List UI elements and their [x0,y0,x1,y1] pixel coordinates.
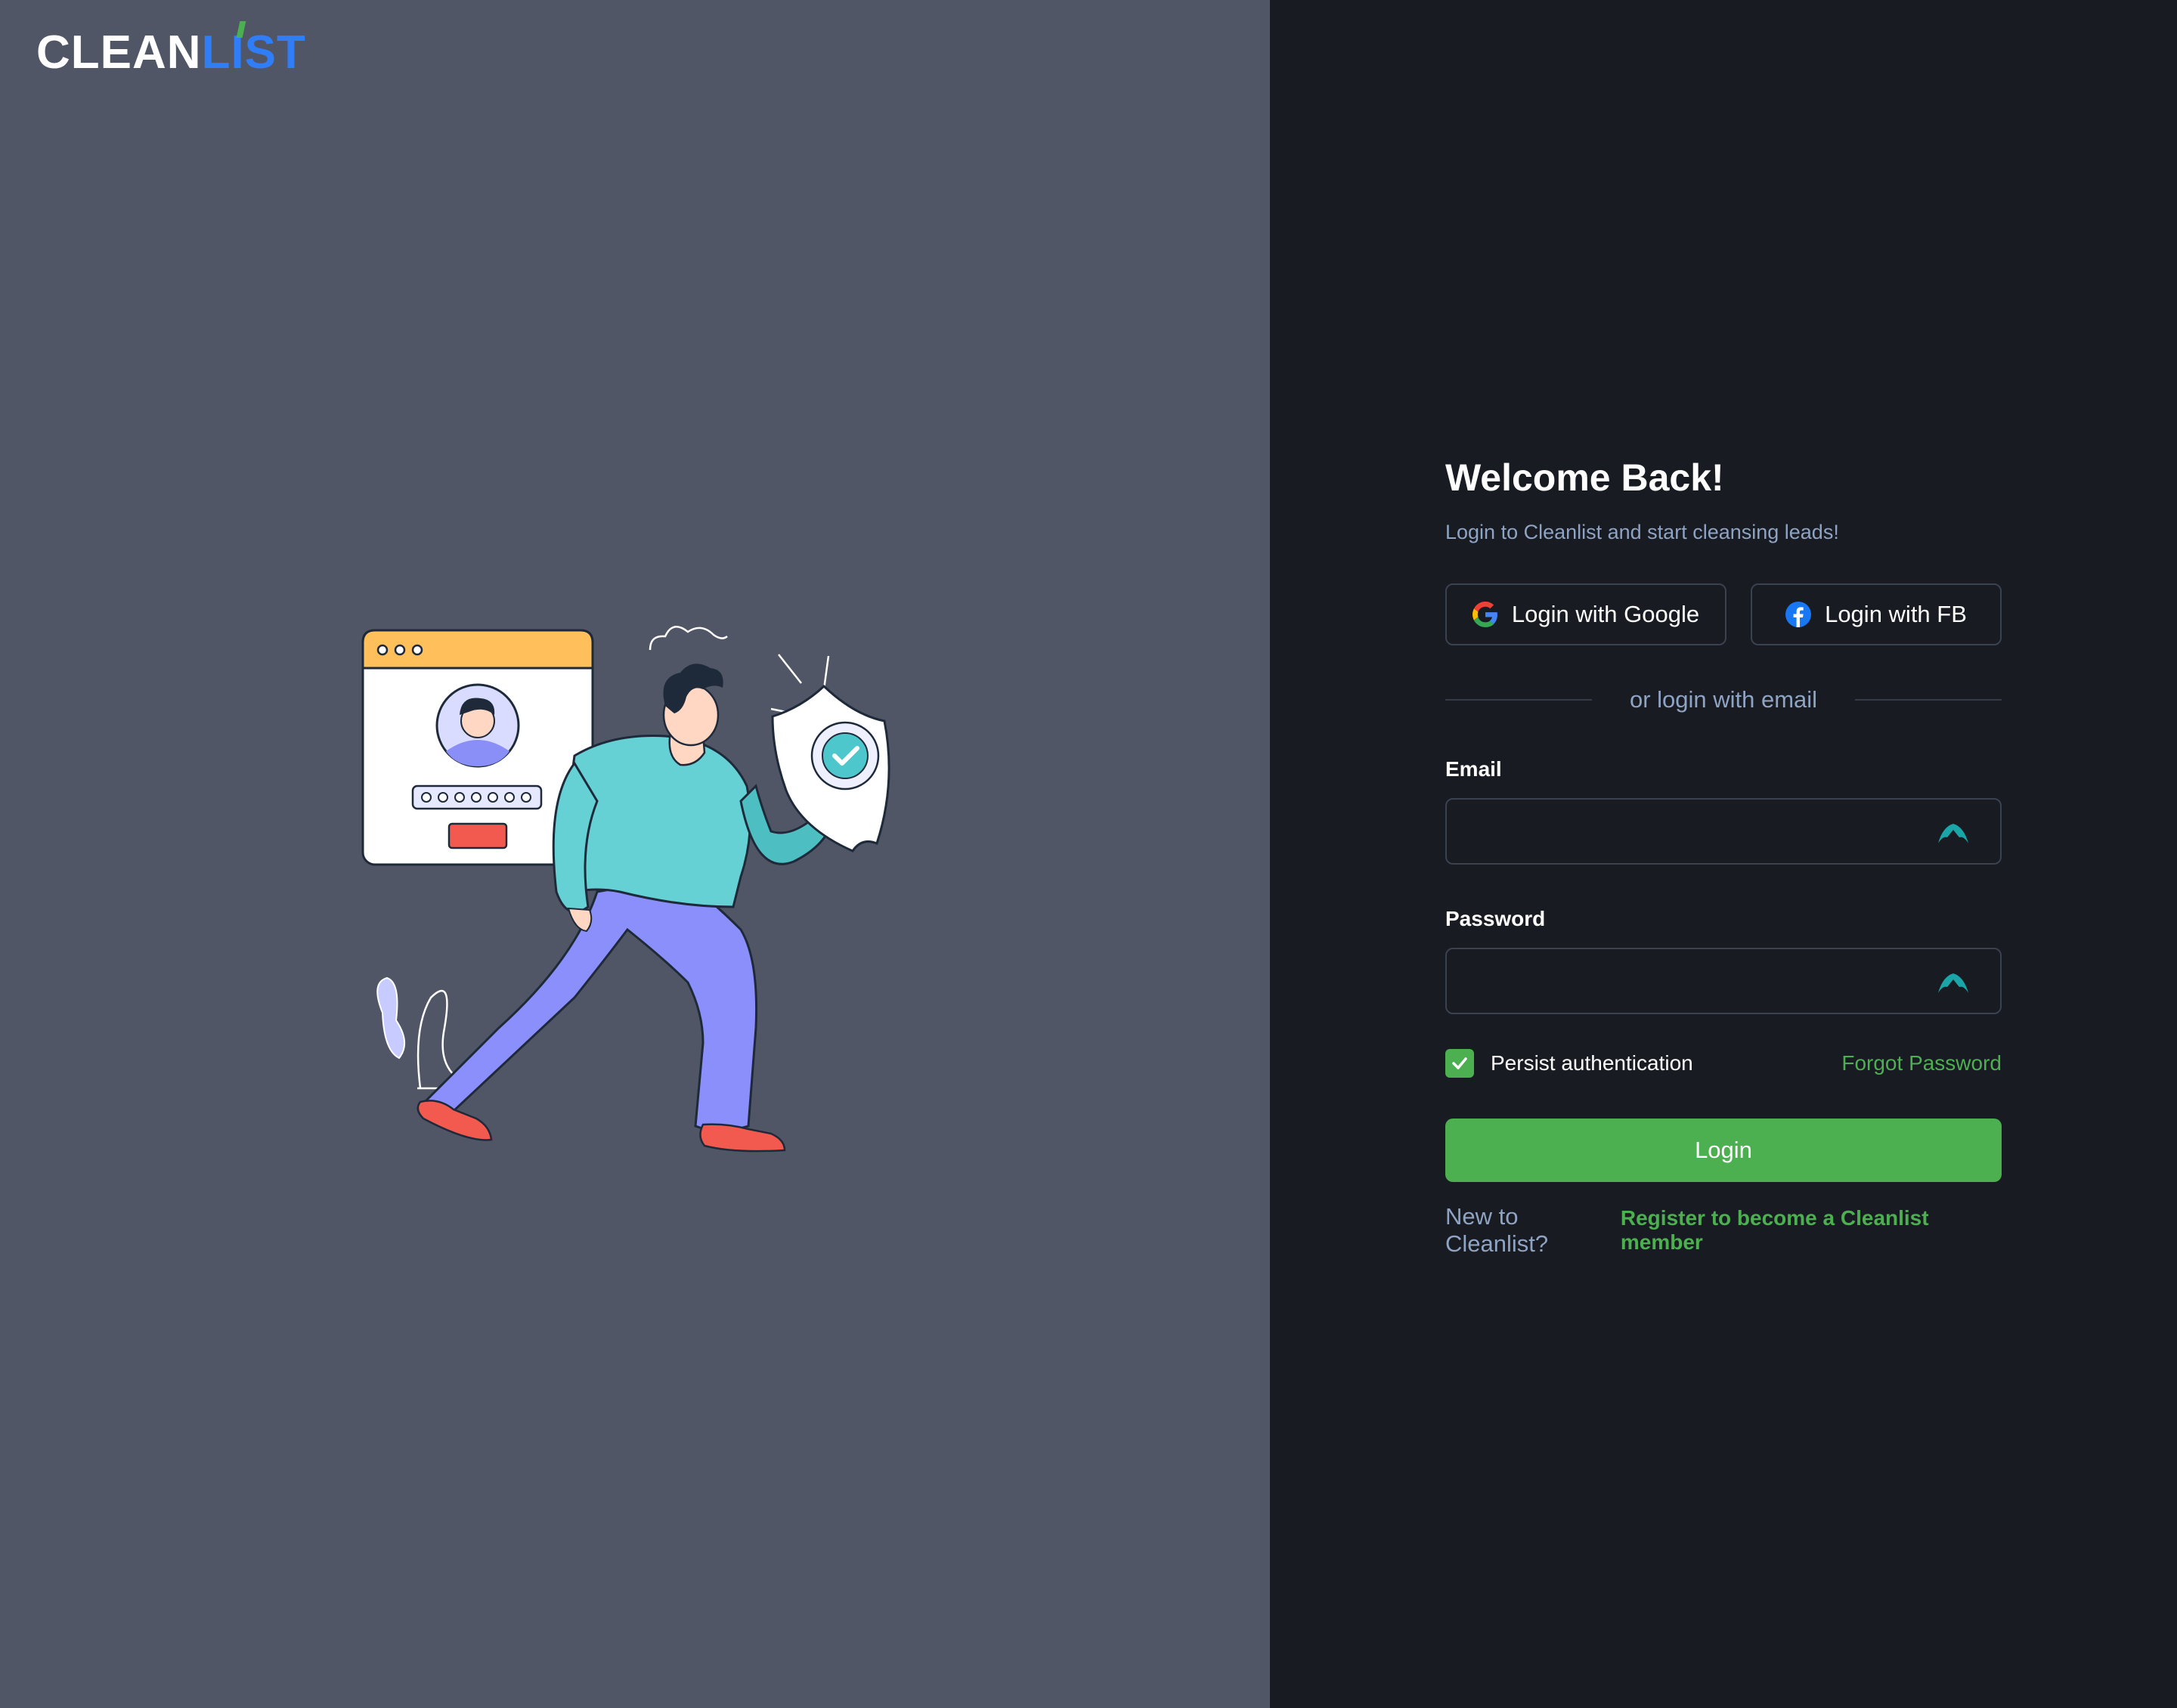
facebook-icon [1785,602,1812,627]
illustration-panel: CLEAN L I ST [0,0,1270,1708]
login-security-illustration [361,626,890,1153]
login-form: Welcome Back! Login to Cleanlist and sta… [1445,453,2002,1257]
login-with-google-button[interactable]: Login with Google [1445,583,1726,645]
google-icon [1472,602,1498,627]
page-title: Welcome Back! [1445,456,1724,499]
check-icon [1452,1057,1467,1069]
fb-button-label: Login with FB [1825,601,1967,627]
password-label: Password [1445,907,1546,930]
login-with-fb-button[interactable]: Login with FB [1751,583,2002,645]
or-divider: or login with email [1445,685,2002,715]
password-input[interactable] [1462,960,1918,1004]
person-torso [568,735,751,908]
email-field[interactable] [1445,798,2002,865]
persist-row: Persist authentication Forgot Password [1445,1047,2002,1079]
logo-text-i: I [231,20,246,79]
cleanlist-logo[interactable]: CLEAN L I ST [36,20,306,79]
register-row: New to Cleanlist? Register to become a C… [1445,1203,2002,1257]
logo-text-clean: CLEAN [36,26,202,79]
extension-icon[interactable] [1937,970,1970,995]
security-shield-icon [771,684,890,852]
divider-line-left [1445,699,1592,701]
persist-label[interactable]: Persist authentication [1491,1051,1841,1075]
logo-text-st: ST [244,26,306,79]
forgot-password-link[interactable]: Forgot Password [1841,1051,2002,1075]
divider-line-right [1855,699,2002,701]
google-button-label: Login with Google [1511,601,1700,627]
page-subtitle: Login to Cleanlist and start cleansing l… [1445,521,1839,543]
email-input[interactable] [1462,810,1918,854]
extension-icon[interactable] [1937,821,1970,845]
email-label: Email [1445,757,1502,781]
register-link[interactable]: Register to become a Cleanlist member [1621,1206,2002,1255]
login-button[interactable]: Login [1445,1119,2002,1182]
password-field[interactable] [1445,948,2002,1014]
social-login-group: Login with Google Login with FB [1445,583,2002,647]
cloud-doodle [649,626,728,651]
register-prompt: New to Cleanlist? [1445,1203,1549,1257]
logo-text-l: L [201,26,231,79]
persist-checkbox[interactable] [1445,1049,1474,1078]
divider-text: or login with email [1629,686,1818,713]
right-shoe [699,1123,786,1153]
